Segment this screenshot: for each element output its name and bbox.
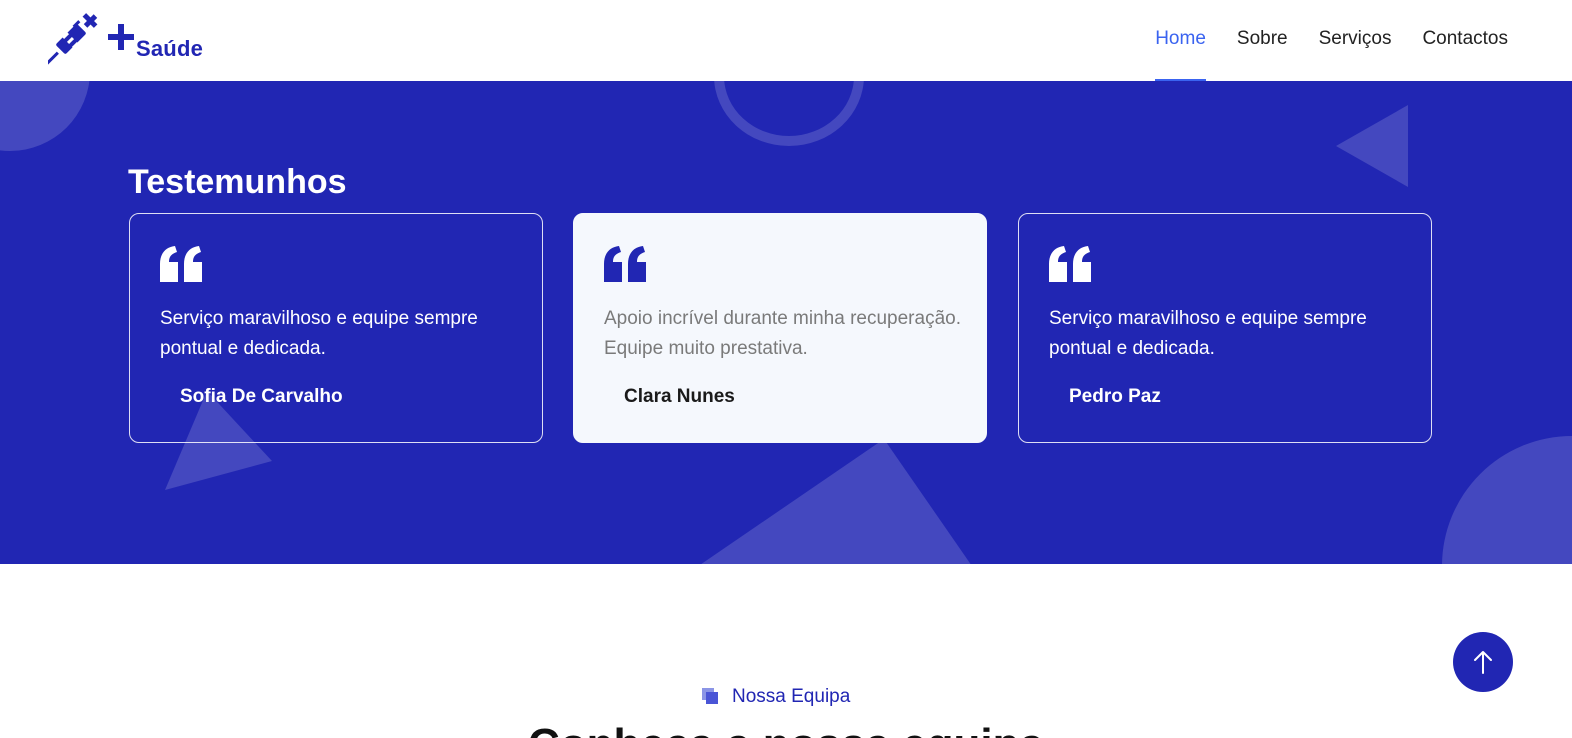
testimonial-author: Clara Nunes xyxy=(624,386,735,407)
squares-icon xyxy=(702,688,720,706)
testimonial-text: Apoio incrível durante minha recuperação… xyxy=(604,308,961,359)
testimonial-card: Serviço maravilhoso e equipe sempre pont… xyxy=(129,213,543,443)
back-to-top-button[interactable] xyxy=(1453,632,1513,692)
site-header: Saúde Home Sobre Serviços Contactos xyxy=(0,0,1572,81)
section-tag: Nossa Equipa xyxy=(702,686,850,708)
testimonial-text: Serviço maravilhoso e equipe sempre pont… xyxy=(1049,308,1367,359)
quote-icon xyxy=(604,246,646,282)
decorative-triangle xyxy=(1336,105,1408,187)
testimonial-author: Sofia De Carvalho xyxy=(180,386,343,407)
syringe-icon xyxy=(48,13,98,66)
testimonial-text: Serviço maravilhoso e equipe sempre pont… xyxy=(160,308,478,359)
nav-item-servicos[interactable]: Serviços xyxy=(1319,0,1392,81)
testimonials-section: Testemunhos Serviço maravilhoso e equipe… xyxy=(0,81,1572,564)
decorative-circle xyxy=(0,81,90,151)
decorative-triangle xyxy=(701,439,971,564)
quote-icon xyxy=(1049,246,1091,282)
brand-name: Saúde xyxy=(136,36,204,61)
plus-icon xyxy=(108,24,134,50)
arrow-up-icon xyxy=(1474,651,1492,674)
nav-item-sobre[interactable]: Sobre xyxy=(1237,0,1288,81)
testimonial-card: Apoio incrível durante minha recuperação… xyxy=(573,213,987,443)
decorative-ring xyxy=(714,81,864,146)
section-tag-label: Nossa Equipa xyxy=(732,686,851,707)
nav-item-contactos[interactable]: Contactos xyxy=(1422,0,1508,81)
quote-icon xyxy=(160,246,202,282)
nav-item-home[interactable]: Home xyxy=(1155,0,1206,81)
decorative-circle xyxy=(1442,436,1572,564)
section-title: Testemunhos xyxy=(128,163,347,201)
testimonial-card: Serviço maravilhoso e equipe sempre pont… xyxy=(1018,213,1432,443)
testimonial-author: Pedro Paz xyxy=(1069,386,1161,407)
team-heading: Conheça a nossa equipa xyxy=(0,720,1572,738)
main-nav: Home Sobre Serviços Contactos xyxy=(1124,0,1508,81)
brand-logo[interactable]: Saúde xyxy=(48,12,203,66)
